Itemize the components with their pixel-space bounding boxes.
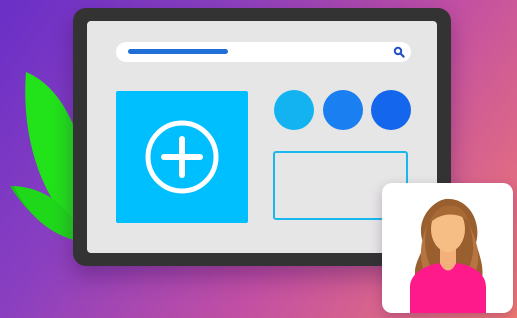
swatch-circle-2[interactable] — [323, 90, 363, 130]
search-icon[interactable] — [393, 46, 405, 58]
plus-circle-icon — [145, 120, 219, 194]
swatch-circle-1[interactable] — [274, 90, 314, 130]
swatch-circle-3[interactable] — [371, 90, 411, 130]
search-progress-bar — [128, 49, 228, 54]
add-tile[interactable] — [116, 91, 248, 223]
avatar-card — [382, 183, 513, 313]
search-bar[interactable] — [116, 42, 411, 62]
user-avatar — [410, 198, 486, 313]
